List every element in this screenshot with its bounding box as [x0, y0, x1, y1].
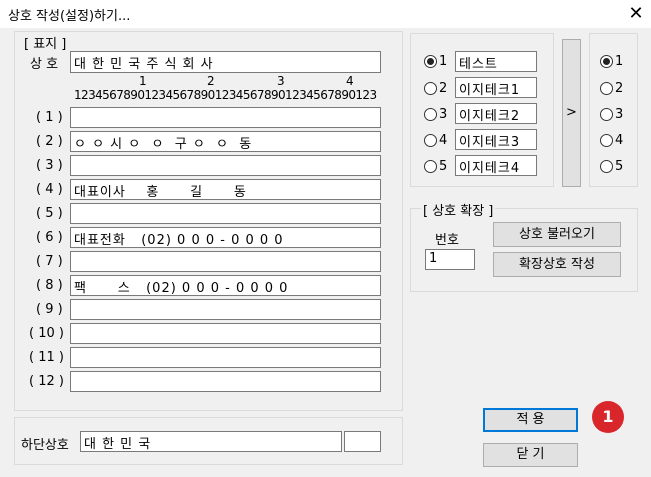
line-field-12[interactable] — [70, 371, 381, 392]
ruler-tens-2: 2 — [207, 74, 215, 88]
load-name-button[interactable]: 상호 불러오기 — [493, 222, 621, 247]
line-field-6[interactable]: 대표전화 (02) 0 0 0 - 0 0 0 0 — [70, 227, 381, 248]
line-label-12: ( 12 ) — [29, 374, 64, 389]
line-field-7[interactable] — [70, 251, 381, 272]
preset-value-3: 이지테크2 — [459, 109, 521, 124]
target-radio-2[interactable] — [600, 82, 613, 95]
bottom-name-field[interactable]: 대 한 민 국 — [80, 431, 342, 452]
target-num-2: 2 — [615, 81, 624, 96]
line-label-3: ( 3 ) — [36, 158, 63, 173]
preset-field-1[interactable]: 테스트 — [455, 51, 537, 72]
line-field-8[interactable]: 팩 스 (02) 0 0 0 - 0 0 0 0 — [70, 275, 381, 296]
apply-button[interactable]: 적 용 — [483, 408, 578, 432]
ruler-tens-4: 4 — [346, 74, 354, 88]
target-num-3: 3 — [615, 107, 624, 122]
preset-radio-3[interactable] — [424, 108, 437, 121]
marker-group-legend: [ 표지 ] — [24, 37, 67, 52]
preset-field-3[interactable]: 이지테크2 — [455, 103, 537, 124]
line-label-2: ( 2 ) — [36, 134, 63, 149]
line-value-6: 대표전화 (02) 0 0 0 - 0 0 0 0 — [74, 233, 284, 248]
line-label-8: ( 8 ) — [36, 278, 63, 293]
line-field-5[interactable] — [70, 203, 381, 224]
preset-value-5: 이지테크4 — [459, 161, 521, 176]
number-field[interactable]: 1 — [425, 249, 475, 270]
close-button[interactable]: 닫 기 — [483, 443, 578, 467]
target-radio-4[interactable] — [600, 134, 613, 147]
preset-radio-5[interactable] — [424, 160, 437, 173]
line-label-5: ( 5 ) — [36, 206, 63, 221]
line-label-4: ( 4 ) — [36, 182, 63, 197]
preset-num-4: 4 — [439, 133, 448, 148]
target-radio-1[interactable] — [600, 55, 613, 68]
ruler-digits: 1234567890123456789012345678901234567890… — [74, 88, 377, 102]
annotation-badge: 1 — [592, 401, 624, 433]
line-field-11[interactable] — [70, 347, 381, 368]
target-num-5: 5 — [615, 159, 624, 174]
target-num-1: 1 — [615, 54, 624, 69]
preset-num-2: 2 — [439, 81, 448, 96]
line-field-2[interactable]: ㅇ ㅇ 시 ㅇ ㅇ 구 ㅇ ㅇ 동 — [70, 131, 381, 152]
number-value: 1 — [429, 251, 439, 266]
preset-field-5[interactable]: 이지테크4 — [455, 155, 537, 176]
line-field-3[interactable] — [70, 155, 381, 176]
target-radio-3[interactable] — [600, 108, 613, 121]
preset-field-4[interactable]: 이지테크3 — [455, 129, 537, 150]
preset-radio-2[interactable] — [424, 82, 437, 95]
company-name-field[interactable]: 대 한 민 국 주 식 회 사 — [70, 51, 381, 73]
radio-selected-dot — [603, 58, 610, 65]
line-label-10: ( 10 ) — [29, 326, 64, 341]
window-title: 상호 작성(설정)하기... — [8, 9, 131, 24]
bottom-name-label: 하단상호 — [21, 438, 69, 453]
preset-value-2: 이지테크1 — [459, 83, 521, 98]
preset-value-1: 테스트 — [459, 57, 498, 72]
radio-selected-dot — [427, 58, 434, 65]
ruler-tens-1: 1 — [139, 74, 147, 88]
target-panel — [589, 33, 638, 187]
preset-num-3: 3 — [439, 107, 448, 122]
target-num-4: 4 — [615, 133, 624, 148]
copy-arrow-button[interactable]: > — [562, 39, 581, 187]
bottom-name-value: 대 한 민 국 — [84, 437, 152, 452]
create-expanded-name-button[interactable]: 확장상호 작성 — [493, 252, 621, 277]
ruler-tens-3: 3 — [277, 74, 285, 88]
line-field-1[interactable] — [70, 107, 381, 128]
line-field-9[interactable] — [70, 299, 381, 320]
line-value-8: 팩 스 (02) 0 0 0 - 0 0 0 0 — [74, 281, 289, 296]
target-radio-5[interactable] — [600, 160, 613, 173]
line-label-7: ( 7 ) — [36, 254, 63, 269]
preset-field-2[interactable]: 이지테크1 — [455, 77, 537, 98]
number-label: 번호 — [435, 233, 459, 248]
line-field-4[interactable]: 대표이사 홍 길 동 — [70, 179, 381, 200]
line-label-6: ( 6 ) — [36, 230, 63, 245]
company-name-label: 상 호 — [30, 57, 59, 72]
preset-num-5: 5 — [439, 159, 448, 174]
line-label-11: ( 11 ) — [29, 350, 64, 365]
line-field-10[interactable] — [70, 323, 381, 344]
line-label-1: ( 1 ) — [36, 110, 63, 125]
expand-group-legend: [ 상호 확장 ] — [421, 200, 496, 219]
line-value-2: ㅇ ㅇ 시 ㅇ ㅇ 구 ㅇ ㅇ 동 — [74, 137, 253, 152]
preset-radio-4[interactable] — [424, 134, 437, 147]
close-icon[interactable]: ✕ — [621, 0, 651, 28]
preset-radio-1[interactable] — [424, 55, 437, 68]
line-value-4: 대표이사 홍 길 동 — [74, 185, 247, 200]
company-name-value: 대 한 민 국 주 식 회 사 — [74, 57, 214, 72]
preset-num-1: 1 — [439, 54, 448, 69]
line-label-9: ( 9 ) — [36, 302, 63, 317]
bottom-extra-field[interactable] — [344, 431, 381, 452]
preset-value-4: 이지테크3 — [459, 135, 521, 150]
